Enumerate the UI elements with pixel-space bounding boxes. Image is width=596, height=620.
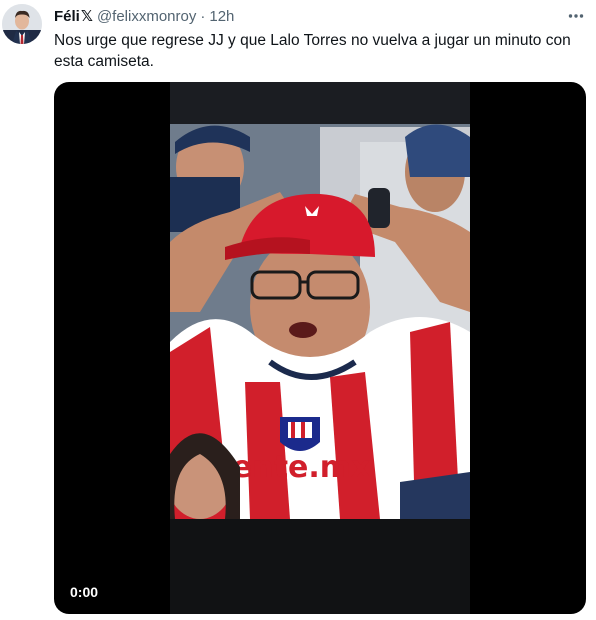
author-name-x-glyph[interactable]: 𝕏 — [81, 7, 93, 25]
more-button[interactable] — [562, 4, 590, 28]
tweet-header: Féli 𝕏 @felixxmonroy · 12h — [54, 6, 234, 26]
author-name[interactable]: Féli — [54, 8, 80, 25]
avatar[interactable] — [2, 4, 42, 44]
video-timestamp: 0:00 — [70, 584, 99, 600]
tweet[interactable]: Féli 𝕏 @felixxmonroy · 12h Nos urge que … — [0, 0, 596, 620]
shirt-sponsor-text: ente.mx — [232, 450, 370, 485]
video-thumbnail-image: ente.mx — [170, 82, 470, 614]
header-separator: · — [200, 7, 206, 25]
video-frame: ente.mx — [170, 82, 470, 614]
tweet-text: Nos urge que regrese JJ y que Lalo Torre… — [54, 32, 571, 70]
author-handle[interactable]: @felixxmonroy — [97, 8, 196, 25]
video-player[interactable]: ente.mx 0:00 — [54, 82, 586, 614]
tweet-timestamp[interactable]: 12h — [209, 8, 234, 25]
avatar-image — [2, 4, 42, 44]
more-horizontal-icon — [568, 14, 584, 18]
